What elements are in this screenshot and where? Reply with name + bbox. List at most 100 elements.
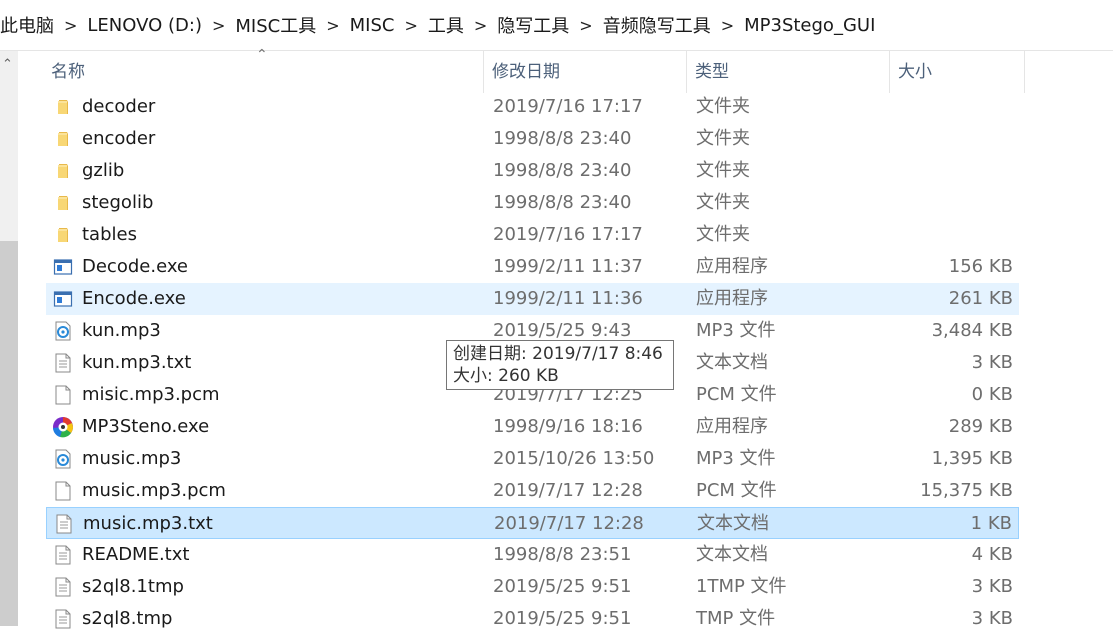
file-type: MP3 文件 [696, 320, 776, 341]
file-date-modified: 2019/7/17 12:28 [494, 513, 644, 534]
breadcrumb-item[interactable]: LENOVO (D:) [81, 15, 208, 36]
breadcrumb-separator-icon[interactable]: > [60, 16, 81, 35]
file-type: 文件夹 [696, 96, 750, 117]
navigation-pane-scrollbar[interactable]: ⌃ [0, 51, 18, 626]
file-row[interactable]: decoder 2019/7/16 17:17 文件夹 [46, 91, 1019, 123]
file-type: 文本文档 [696, 544, 768, 565]
file-type: PCM 文件 [696, 384, 777, 405]
breadcrumb-separator-icon[interactable]: > [208, 16, 229, 35]
file-type: 文件夹 [696, 192, 750, 213]
file-name: stegolib [82, 192, 154, 213]
breadcrumb-item[interactable]: 隐写工具 [491, 12, 575, 38]
color-wheel-app-icon [53, 417, 73, 438]
file-row[interactable]: s2ql8.1tmp 2019/5/25 9:51 1TMP 文件 3 KB [46, 571, 1019, 603]
tooltip-created-date: 创建日期: 2019/7/17 8:46 [453, 344, 663, 364]
file-size: 3 KB [971, 576, 1013, 597]
scroll-up-arrow-icon[interactable]: ⌃ [2, 57, 13, 72]
file-name: music.mp3 [82, 448, 182, 469]
breadcrumb-separator-icon[interactable]: > [470, 16, 491, 35]
text-file-icon [53, 353, 73, 373]
file-name: MP3Steno.exe [82, 416, 210, 437]
file-row[interactable]: Decode.exe 1999/2/11 11:37 应用程序 156 KB [46, 251, 1019, 283]
breadcrumb-item[interactable]: 工具 [422, 12, 470, 38]
column-header-type[interactable]: 类型 [690, 51, 890, 93]
file-date-modified: 1998/8/8 23:40 [493, 128, 632, 149]
file-type: 文本文档 [697, 513, 769, 534]
mp3-icon [53, 321, 73, 341]
file-date-modified: 2019/7/16 17:17 [493, 224, 643, 245]
file-type: 应用程序 [696, 288, 768, 309]
file-name: kun.mp3 [82, 320, 161, 341]
file-type: 应用程序 [696, 256, 768, 277]
file-type: 文本文档 [696, 352, 768, 373]
file-date-modified: 2019/7/16 17:17 [493, 96, 643, 117]
file-row[interactable]: music.mp3.txt 2019/7/17 12:28 文本文档 1 KB [46, 507, 1019, 539]
file-type: 应用程序 [696, 416, 768, 437]
breadcrumb-item[interactable]: 此电脑 [0, 12, 60, 38]
text-file-icon [53, 609, 73, 629]
file-name: music.mp3.pcm [82, 480, 226, 501]
column-header-date[interactable]: 修改日期 [487, 51, 687, 93]
file-name: kun.mp3.txt [82, 352, 192, 373]
file-type: 文件夹 [696, 128, 750, 149]
breadcrumb-item[interactable]: MP3Stego_GUI [738, 15, 881, 36]
file-name: Encode.exe [82, 288, 186, 309]
file-date-modified: 2019/5/25 9:51 [493, 576, 632, 597]
blank-file-icon [53, 481, 73, 501]
file-type: TMP 文件 [696, 608, 776, 629]
breadcrumb-item[interactable]: MISC工具 [229, 12, 322, 38]
file-size: 289 KB [948, 416, 1013, 437]
address-bar[interactable]: 此电脑 > LENOVO (D:) > MISC工具 > MISC > 工具 > 隐写工具 > 音频隐写… [0, 0, 1113, 51]
file-name: decoder [82, 96, 156, 117]
file-row[interactable]: Encode.exe 1999/2/11 11:36 应用程序 261 KB [46, 283, 1019, 315]
breadcrumb-item[interactable]: 音频隐写工具 [597, 12, 717, 38]
file-date-modified: 1998/8/8 23:40 [493, 160, 632, 181]
folder-icon [53, 97, 73, 117]
file-row[interactable]: MP3Steno.exe 1998/9/16 18:16 应用程序 289 KB [46, 411, 1019, 443]
folder-icon [53, 161, 73, 181]
file-size: 4 KB [971, 544, 1013, 565]
file-date-modified: 1998/8/8 23:40 [493, 192, 632, 213]
file-name: README.txt [82, 544, 190, 565]
file-name: encoder [82, 128, 156, 149]
file-row[interactable]: music.mp3 2015/10/26 13:50 MP3 文件 1,395 KB [46, 443, 1019, 475]
column-header-row: ⌃ 名称 修改日期 类型 大小 [46, 47, 1026, 93]
file-row[interactable]: README.txt 1998/8/8 23:51 文本文档 4 KB [46, 539, 1019, 571]
file-size: 3 KB [971, 352, 1013, 373]
file-date-modified: 1998/9/16 18:16 [493, 416, 643, 437]
file-date-modified: 2019/7/17 12:28 [493, 480, 643, 501]
column-header-name[interactable]: 名称 [46, 51, 484, 93]
file-row[interactable]: encoder 1998/8/8 23:40 文件夹 [46, 123, 1019, 155]
blank-file-icon [53, 385, 73, 405]
folder-icon [53, 193, 73, 213]
text-file-icon [53, 545, 73, 565]
breadcrumb-separator-icon[interactable]: > [400, 16, 421, 35]
exe-icon [53, 289, 73, 309]
file-name: Decode.exe [82, 256, 188, 277]
breadcrumb-item[interactable]: MISC [344, 15, 401, 36]
file-size: 1 KB [970, 513, 1012, 534]
breadcrumb-separator-icon[interactable]: > [717, 16, 738, 35]
column-header-size[interactable]: 大小 [893, 51, 1025, 93]
file-info-tooltip: 创建日期: 2019/7/17 8:46 大小: 260 KB [446, 340, 674, 390]
exe-icon [53, 257, 73, 277]
file-size: 156 KB [948, 256, 1013, 277]
breadcrumb-separator-icon[interactable]: > [575, 16, 596, 35]
file-name: tables [82, 224, 137, 245]
file-row[interactable]: music.mp3.pcm 2019/7/17 12:28 PCM 文件 15,375… [46, 475, 1019, 507]
file-row[interactable]: s2ql8.tmp 2019/5/25 9:51 TMP 文件 3 KB [46, 603, 1019, 635]
file-name: s2ql8.1tmp [82, 576, 184, 597]
folder-icon [53, 129, 73, 149]
tooltip-size: 大小: 260 KB [453, 366, 559, 386]
file-row[interactable]: gzlib 1998/8/8 23:40 文件夹 [46, 155, 1019, 187]
breadcrumb-separator-icon[interactable]: > [322, 16, 343, 35]
scrollbar-thumb[interactable] [0, 241, 18, 626]
file-row[interactable]: stegolib 1998/8/8 23:40 文件夹 [46, 187, 1019, 219]
file-row[interactable]: tables 2019/7/16 17:17 文件夹 [46, 219, 1019, 251]
file-type: 文件夹 [696, 224, 750, 245]
file-size: 0 KB [971, 384, 1013, 405]
file-size: 261 KB [948, 288, 1013, 309]
file-name: music.mp3.txt [83, 513, 213, 534]
file-date-modified: 2019/5/25 9:51 [493, 608, 632, 629]
file-date-modified: 2015/10/26 13:50 [493, 448, 655, 469]
